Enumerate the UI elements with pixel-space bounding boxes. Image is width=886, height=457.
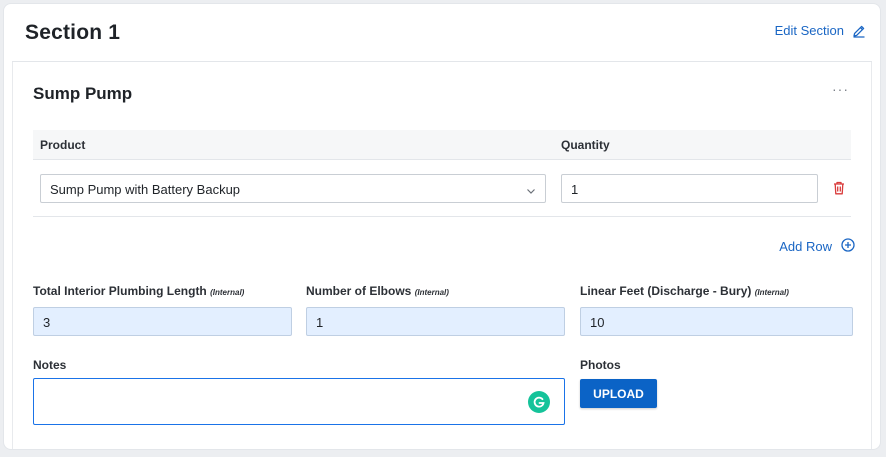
section-title: Section 1 xyxy=(25,21,121,44)
pencil-icon xyxy=(852,24,866,38)
column-header-product: Product xyxy=(40,138,86,152)
linear-feet-label: Linear Feet (Discharge - Bury) (Internal… xyxy=(580,284,789,298)
photos-label: Photos xyxy=(580,358,621,372)
item-title: Sump Pump xyxy=(33,84,133,103)
table-header: Product Quantity xyxy=(33,130,851,160)
table-row: Sump Pump with Battery Backup 1 xyxy=(33,160,851,217)
notes-textarea[interactable] xyxy=(33,378,565,425)
add-row-label: Add Row xyxy=(779,239,832,254)
plus-circle-icon xyxy=(841,238,855,255)
product-block: Sump Pump ··· Product Quantity Sump Pump… xyxy=(12,62,872,449)
plumbing-length-label-text: Total Interior Plumbing Length xyxy=(33,284,207,298)
more-horizontal-icon[interactable]: ··· xyxy=(832,82,849,96)
notes-label: Notes xyxy=(33,358,67,372)
edit-section-label: Edit Section xyxy=(774,23,844,38)
chevron-down-icon xyxy=(526,184,536,199)
product-select[interactable]: Sump Pump with Battery Backup xyxy=(40,174,546,203)
upload-button[interactable]: UPLOAD xyxy=(580,379,657,408)
linear-feet-input[interactable]: 10 xyxy=(580,307,853,336)
add-row-button[interactable]: Add Row xyxy=(779,238,855,255)
linear-feet-label-text: Linear Feet (Discharge - Bury) xyxy=(580,284,752,298)
plumbing-length-input[interactable]: 3 xyxy=(33,307,292,336)
plumbing-length-label: Total Interior Plumbing Length (Internal… xyxy=(33,284,244,298)
column-header-quantity: Quantity xyxy=(561,138,610,152)
elbows-label-text: Number of Elbows xyxy=(306,284,412,298)
quantity-input[interactable]: 1 xyxy=(561,174,818,203)
internal-tag: (Internal) xyxy=(210,288,245,297)
edit-section-button[interactable]: Edit Section xyxy=(775,23,866,38)
grammarly-icon[interactable] xyxy=(528,391,550,413)
elbows-label: Number of Elbows (Internal) xyxy=(306,284,449,298)
internal-tag: (Internal) xyxy=(754,288,789,297)
product-select-value: Sump Pump with Battery Backup xyxy=(50,182,241,197)
trash-icon[interactable] xyxy=(833,181,845,200)
section-card: Section 1 Edit Section Sump Pump ··· Pro… xyxy=(3,3,881,450)
elbows-input[interactable]: 1 xyxy=(306,307,565,336)
internal-tag: (Internal) xyxy=(414,288,449,297)
